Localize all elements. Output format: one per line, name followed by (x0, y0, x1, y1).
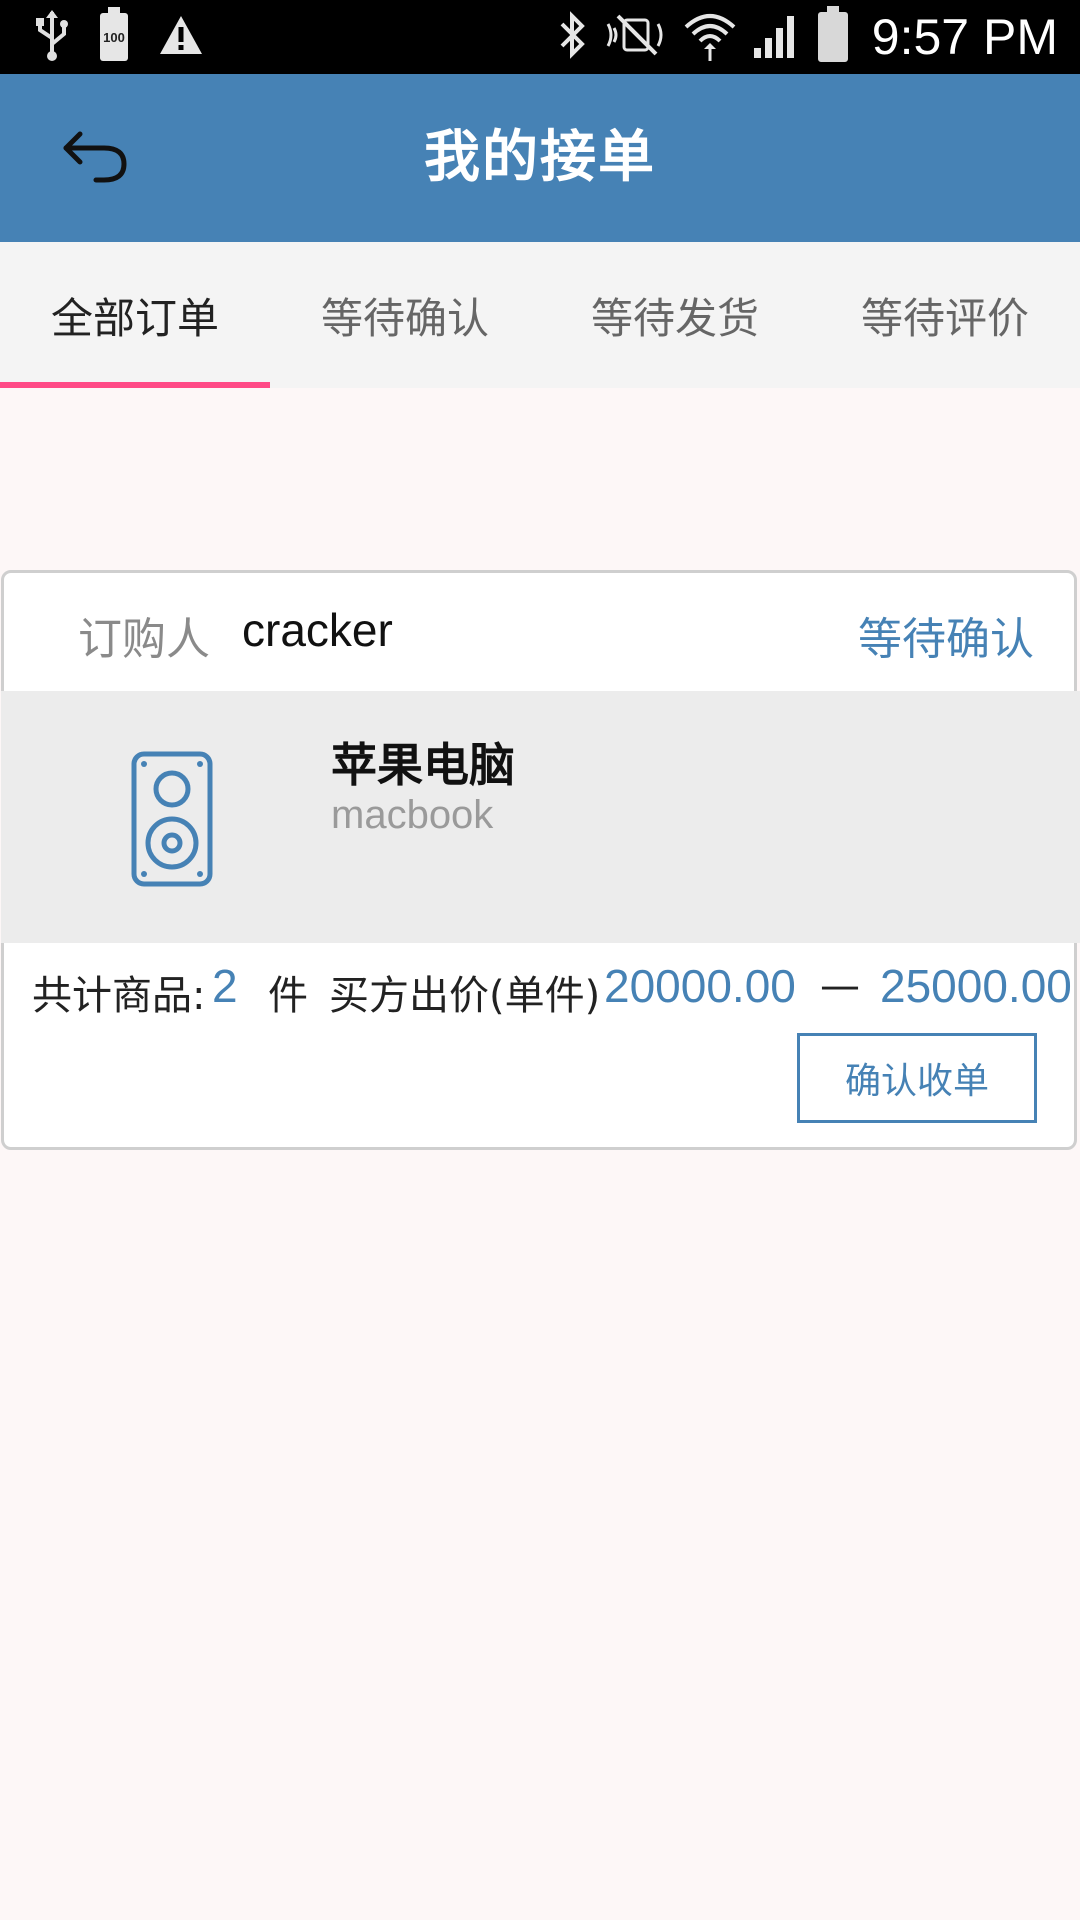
product-row[interactable]: 苹果电脑 macbook (1, 691, 1080, 943)
status-bar: 100 9:57 PM (0, 0, 1080, 74)
price-separator: — (820, 963, 860, 1009)
unit-label: 件 (268, 973, 308, 1019)
total-label: 共计商品: (32, 973, 206, 1019)
price-label: 买方出价(单件) (329, 973, 601, 1019)
confirm-order-button[interactable]: 确认收单 (797, 1033, 1037, 1123)
tab-pending-confirm[interactable]: 等待确认 (270, 242, 540, 388)
page-title: 我的接单 (424, 125, 656, 190)
tab-pending-shipment[interactable]: 等待发货 (540, 242, 810, 388)
usb-icon (34, 8, 70, 66)
buyer-label: 订购人 (78, 614, 210, 665)
order-status: 等待确认 (858, 614, 1034, 665)
product-name: 苹果电脑 (331, 738, 515, 792)
total-count: 2 (212, 960, 238, 1012)
tab-pending-review[interactable]: 等待评价 (810, 242, 1080, 388)
tab-all-orders[interactable]: 全部订单 (0, 242, 270, 388)
status-time: 9:57 PM (871, 9, 1058, 65)
buyer-row: 订购人 cracker 等待确认 (4, 573, 1074, 691)
product-description: macbook (331, 793, 494, 837)
status-left-icons: 100 (34, 7, 204, 66)
signal-icon (752, 10, 802, 64)
warning-icon (158, 14, 204, 60)
bluetooth-icon (556, 10, 588, 64)
order-tabs: 全部订单 等待确认 等待发货 等待评价 (0, 242, 1080, 388)
order-card[interactable]: 订购人 cracker 等待确认 苹果电脑 macbook 共计商品: 2 件 … (1, 570, 1080, 1150)
price-max: 25000.00 (880, 960, 1072, 1012)
battery-icon (817, 6, 848, 62)
app-header: 我的接单 (0, 74, 1080, 242)
mute-icon (604, 12, 668, 62)
speaker-icon (131, 751, 213, 887)
price-min: 20000.00 (604, 960, 796, 1012)
order-summary: 共计商品: 2 件 买方出价(单件) 20000.00 — 25000.00 (4, 953, 1074, 1033)
battery-full-icon: 100 (100, 7, 128, 61)
wifi-icon (684, 9, 736, 65)
status-right-icons: 9:57 PM (556, 0, 1058, 74)
buyer-name: cracker (242, 604, 393, 656)
